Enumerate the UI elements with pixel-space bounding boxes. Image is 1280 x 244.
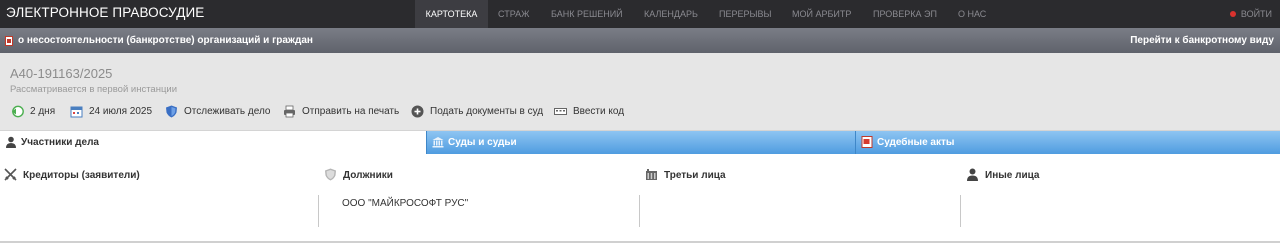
case-duration: 2 дня xyxy=(11,104,59,120)
case-status: Рассматривается в первой инстанции xyxy=(10,84,178,95)
tab-participants[interactable]: Участники дела xyxy=(0,131,426,154)
case-category-bar: о несостоятельности (банкротстве) органи… xyxy=(0,28,1280,53)
case-tabs: Участники дела Суды и судьи Судебные акт… xyxy=(0,131,1280,154)
calendar-icon xyxy=(70,106,83,118)
debtors-title: Должники xyxy=(343,170,393,181)
nav-strazh[interactable]: СТРАЖ xyxy=(498,0,529,28)
track-case-label: Отслеживать дело xyxy=(184,106,271,117)
nav-bank-decisions[interactable]: БАНК РЕШЕНИЙ xyxy=(551,0,623,28)
nav-check-signature[interactable]: ПРОВЕРКА ЭП xyxy=(873,0,937,28)
submit-documents-label: Подать документы в суд xyxy=(430,106,544,117)
print-label: Отправить на печать xyxy=(302,106,400,117)
nav-breaks[interactable]: ПЕРЕРЫВЫ xyxy=(719,0,771,28)
enter-code-label: Ввести код xyxy=(573,106,625,117)
courthouse-icon xyxy=(432,137,444,148)
back-arrow-clock-icon xyxy=(12,105,24,118)
printer-icon xyxy=(284,105,295,118)
case-category-title: о несостоятельности (банкротстве) органи… xyxy=(18,35,313,46)
submit-documents-button[interactable]: Подать документы в суд xyxy=(411,104,544,120)
plus-circle-icon xyxy=(411,105,424,118)
tab-court-acts[interactable]: Судебные акты xyxy=(855,131,1280,154)
other-parties-title: Иные лица xyxy=(985,170,1040,181)
person-icon xyxy=(967,168,978,181)
column-divider xyxy=(960,195,961,227)
creditors-title: Кредиторы (заявители) xyxy=(23,170,140,181)
status-dot-icon xyxy=(1229,11,1236,17)
pdf-document-icon xyxy=(861,136,873,148)
nav-my-arbitr[interactable]: МОЙ АРБИТР xyxy=(792,0,851,28)
nav-about[interactable]: О НАС xyxy=(958,0,986,28)
login-link[interactable]: ВОЙТИ xyxy=(1229,0,1272,28)
debtor-item[interactable]: ООО "МАЙКРОСОФТ РУС" xyxy=(342,198,468,209)
enter-code-button[interactable]: Ввести код xyxy=(554,104,629,120)
column-divider xyxy=(318,195,319,227)
column-divider xyxy=(639,195,640,227)
site-brand[interactable]: ЭЛЕКТРОННОЕ ПРАВОСУДИЕ xyxy=(6,5,204,20)
shield-badge-icon xyxy=(325,168,336,181)
print-button[interactable]: Отправить на печать xyxy=(283,104,400,120)
case-number: А40-191163/2025 xyxy=(10,66,113,81)
third-parties-title: Третьи лица xyxy=(664,170,726,181)
bottom-border xyxy=(0,241,1280,243)
document-icon xyxy=(5,36,13,46)
keyboard-icon xyxy=(554,108,567,115)
person-icon xyxy=(6,136,16,148)
case-date: 24 июля 2025 xyxy=(70,104,155,120)
tab-court-acts-label: Судебные акты xyxy=(877,137,955,148)
track-case-button[interactable]: Отслеживать дело xyxy=(165,104,271,120)
tab-courts-judges[interactable]: Суды и судьи xyxy=(426,131,855,154)
shield-icon xyxy=(166,105,177,118)
tab-courts-label: Суды и судьи xyxy=(448,137,517,148)
bankruptcy-view-link[interactable]: Перейти к банкротному виду xyxy=(1130,35,1274,46)
nav-kartoteka[interactable]: КАРТОТЕКА xyxy=(415,0,488,28)
crossed-swords-icon xyxy=(4,168,17,181)
nav-calendar[interactable]: КАЛЕНДАРЬ xyxy=(644,0,698,28)
building-icon xyxy=(646,169,657,180)
login-label: ВОЙТИ xyxy=(1240,9,1272,19)
case-duration-label: 2 дня xyxy=(30,106,56,117)
participants-panel: Кредиторы (заявители) Должники Третьи ли… xyxy=(0,154,1280,244)
top-navigation: ЭЛЕКТРОННОЕ ПРАВОСУДИЕ КАРТОТЕКА СТРАЖ Б… xyxy=(0,0,1280,28)
tab-participants-label: Участники дела xyxy=(21,137,99,148)
case-date-label: 24 июля 2025 xyxy=(89,106,153,117)
case-header: А40-191163/2025 Рассматривается в первой… xyxy=(0,53,1280,131)
